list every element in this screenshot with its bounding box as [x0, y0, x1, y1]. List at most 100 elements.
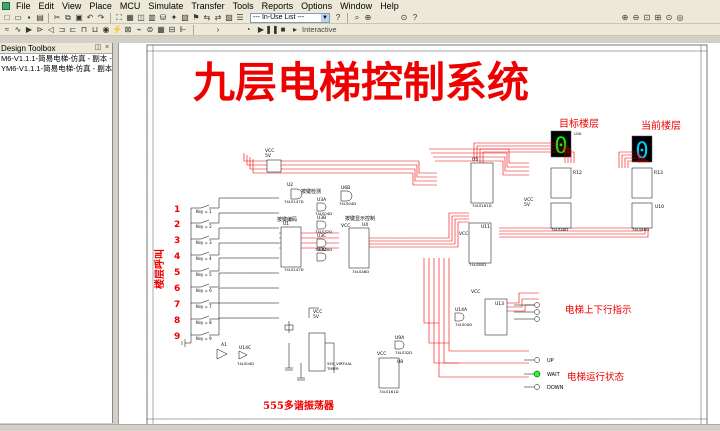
chevron-down-icon[interactable]: ▼ — [321, 14, 329, 22]
menu-place[interactable]: Place — [85, 0, 116, 12]
inuse-list-dropdown[interactable]: --- In-Use List --- ▼ — [250, 13, 330, 23]
open-icon[interactable]: ▭ — [13, 13, 23, 23]
paste-icon[interactable]: ▣ — [74, 13, 84, 23]
magnify-icon[interactable]: ⊕ — [363, 13, 373, 23]
power-icon[interactable]: ⚡ — [112, 25, 122, 35]
source-icon[interactable]: ≈ — [2, 25, 12, 35]
list-icon[interactable]: ☰ — [235, 13, 245, 23]
new-icon[interactable]: □ — [2, 13, 12, 23]
target-floor-label: 目标楼层 — [559, 117, 599, 130]
vcc-label: VCC — [459, 231, 468, 237]
chip-u1 — [280, 226, 302, 268]
led-up — [534, 357, 540, 363]
part-label: 74LS147D — [284, 267, 304, 272]
ref-label: R12 — [573, 170, 582, 176]
cmos-icon[interactable]: ⊏ — [68, 25, 78, 35]
misc-icon[interactable]: ⊠ — [123, 25, 133, 35]
menu-file[interactable]: File — [12, 0, 35, 12]
transistor-icon[interactable]: ⊳ — [35, 25, 45, 35]
ref-label: U13 — [495, 301, 504, 307]
analog-icon[interactable]: ◁ — [46, 25, 56, 35]
redo-icon[interactable]: ↷ — [96, 13, 106, 23]
menu-window[interactable]: Window — [336, 0, 376, 12]
chip-u8 — [378, 357, 400, 389]
key-label: Key = 3 — [196, 240, 212, 245]
zoom-in-icon[interactable]: ⊕ — [620, 13, 630, 23]
zoom-out-icon[interactable]: ⊖ — [631, 13, 641, 23]
component-icon[interactable]: ◫ — [136, 13, 146, 23]
mcu-icon[interactable]: ▦ — [156, 25, 166, 35]
inuse-list-value: --- In-Use List --- — [253, 14, 305, 21]
stop-icon[interactable]: ■ — [278, 25, 288, 35]
ref-label: U8 — [397, 359, 403, 365]
postprocessor-icon[interactable]: ▧ — [180, 13, 190, 23]
zoom-full-icon[interactable]: ⊙ — [664, 13, 674, 23]
question-icon[interactable]: ? — [410, 13, 420, 23]
backannotate-icon[interactable]: ⇆ — [202, 13, 212, 23]
zoom-area-icon[interactable]: ⊡ — [642, 13, 652, 23]
menu-mcu[interactable]: MCU — [116, 0, 145, 12]
save-icon[interactable]: ▪ — [24, 13, 34, 23]
database-icon[interactable]: ⛁ — [158, 13, 168, 23]
menu-edit[interactable]: Edit — [35, 0, 59, 12]
cut-icon[interactable]: ✂ — [52, 13, 62, 23]
bus-icon[interactable]: ⊩ — [178, 25, 188, 35]
pin-icon[interactable]: ◫ — [94, 44, 102, 52]
interactive-label[interactable]: Interactive — [302, 25, 337, 35]
tree-item[interactable]: YM6-V1.1.1-简易电梯-仿真 - 副本 — [0, 64, 112, 74]
pause-icon[interactable]: ❚❚ — [265, 25, 278, 35]
menu-help[interactable]: Help — [376, 0, 403, 12]
grid-icon[interactable]: ▦ — [125, 13, 135, 23]
play-small-icon[interactable]: ▸ — [290, 25, 300, 35]
hierarchical-icon[interactable]: ⊟ — [167, 25, 177, 35]
misc-digital-icon[interactable]: ⊓ — [79, 25, 89, 35]
floor-number-2: 2 — [174, 220, 180, 230]
schematic-canvas[interactable]: 九层电梯控制系统 目标楼层 当前楼层 0 0 U16 1 2 3 4 5 6 7… — [118, 43, 720, 428]
wizard-icon[interactable]: ✦ — [169, 13, 179, 23]
instrument-icon[interactable]: ◔ — [243, 25, 253, 35]
diode-icon[interactable]: ▶ — [24, 25, 34, 35]
part-label: 74LS04D — [339, 201, 356, 206]
part-label: 74LS85D — [469, 262, 486, 267]
menu-tools[interactable]: Tools — [229, 0, 258, 12]
arrow-icon[interactable]: › — [213, 25, 223, 35]
ttl-icon[interactable]: ⊐ — [57, 25, 67, 35]
indicator-icon[interactable]: ◉ — [101, 25, 111, 35]
electromech-icon[interactable]: ⊜ — [145, 25, 155, 35]
menu-reports[interactable]: Reports — [258, 0, 298, 12]
fullscreen-icon[interactable]: ⛶ — [114, 13, 124, 23]
print-icon[interactable]: ▤ — [35, 13, 45, 23]
schematic-title: 九层电梯控制系统 — [193, 58, 529, 107]
copy-icon[interactable]: ⧉ — [63, 13, 73, 23]
menu-view[interactable]: View — [58, 0, 85, 12]
menu-simulate[interactable]: Simulate — [144, 0, 187, 12]
vcc-label: VCC — [471, 289, 480, 295]
menu-transfer[interactable]: Transfer — [187, 0, 228, 12]
zoom-sheet-icon[interactable]: ◎ — [675, 13, 685, 23]
key-labels: Key = 1 Key = 2 Key = 3 Key = 4 Key = 5 … — [196, 209, 212, 341]
down-label: DOWN — [547, 385, 564, 391]
ref-label: U14A — [455, 307, 468, 313]
help-icon[interactable]: ? — [333, 13, 343, 23]
chip-555 — [308, 332, 326, 372]
erc-icon[interactable]: ⚑ — [191, 13, 201, 23]
find-icon[interactable]: ⊙ — [399, 13, 409, 23]
ultiboard-icon[interactable]: ▨ — [224, 13, 234, 23]
tree-item[interactable]: M6-V1.1.1-简易电梯-仿真 - 副本 - 副 — [0, 54, 112, 64]
part-label: 74LS147D — [284, 199, 304, 204]
schematic-svg: 九层电梯控制系统 目标楼层 当前楼层 0 0 U16 1 2 3 4 5 6 7… — [119, 43, 720, 428]
toolbar-standard: □ ▭ ▪ ▤ ✂ ⧉ ▣ ↶ ↷ ⛶ ▦ ◫ ▥ ⛁ ✦ ▧ ⚑ ⇆ ⇄ ▨ … — [0, 12, 720, 24]
mixed-icon[interactable]: ⊔ — [90, 25, 100, 35]
target-floor-digit: 0 — [554, 134, 567, 159]
undo-icon[interactable]: ↶ — [85, 13, 95, 23]
rf-icon[interactable]: ⌁ — [134, 25, 144, 35]
forward-annotate-icon[interactable]: ⇄ — [213, 13, 223, 23]
led-up-3 — [534, 316, 540, 322]
menu-options[interactable]: Options — [297, 0, 336, 12]
basic-icon[interactable]: ∿ — [13, 25, 23, 35]
close-icon[interactable]: × — [103, 44, 111, 52]
spreadsheet-icon[interactable]: ▥ — [147, 13, 157, 23]
zoom-icon[interactable]: ⌕ — [352, 13, 362, 23]
zoom-fit-icon[interactable]: ⊞ — [653, 13, 663, 23]
key-label: Key = 9 — [196, 336, 212, 341]
